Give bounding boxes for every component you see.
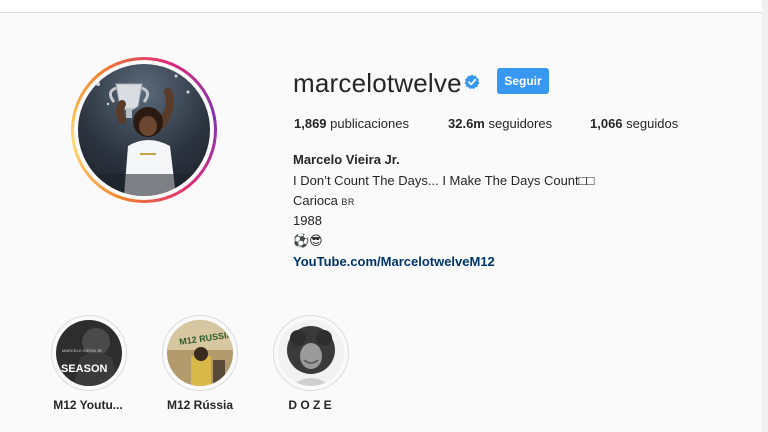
bio-quote-text: I Don’t Count The Days... I Make The Day… [293,173,579,188]
following-stat[interactable]: 1,066 seguidos [590,116,678,131]
bio-full-name: Marcelo Vieira Jr. [293,152,400,167]
bio-line-origin: Carioca BR [293,193,355,208]
posts-stat: 1,869 publicaciones [294,116,409,131]
top-navigation-bar [0,0,768,13]
highlight-doze[interactable] [273,315,349,391]
season-small-text: MARCELO VIEIRA JR [62,348,102,353]
brazil-flag-icon: BR [341,197,355,207]
highlight-russia[interactable]: M12 RUSSIA [162,315,238,391]
bio-line-year: 1988 [293,213,322,228]
bio-line-quote: I Don’t Count The Days... I Make The Day… [293,173,594,188]
highlight-russia-label: M12 Rússia [166,398,234,412]
followers-stat[interactable]: 32.6m seguidores [448,116,552,131]
avatar-photo [78,64,210,196]
posts-count: 1,869 [294,116,327,131]
followers-label: seguidores [488,116,553,131]
follow-button[interactable]: Seguir [497,68,549,94]
highlight-youtube[interactable]: MARCELO VIEIRA JR SEASON [51,315,127,391]
portrait-cover-icon [278,320,344,386]
season-title-text: SEASON [61,363,108,375]
following-count: 1,066 [590,116,623,131]
portrait-cover-illustration [278,320,344,386]
season-cover-icon: MARCELO VIEIRA JR SEASON [56,320,122,386]
avatar-photo-illustration [78,74,210,196]
russia-cover-icon: M12 RUSSIA [167,320,233,386]
bio-quote-suffix: □□ [578,173,595,188]
highlight-youtube-label: M12 Youtu... [53,398,123,412]
bio-origin-text: Carioca [293,193,338,208]
bio-line-emoji: ⚽😎 [293,233,323,248]
scrollbar[interactable] [762,0,768,432]
verified-badge-icon [464,74,480,90]
posts-label: publicaciones [330,116,409,131]
profile-username: marcelotwelve [293,68,462,98]
season-cover-illustration: MARCELO VIEIRA JR SEASON [56,320,122,386]
bio-external-link[interactable]: YouTube.com/MarcelotwelveM12 [293,254,495,269]
russia-cover-illustration: M12 RUSSIA [167,320,233,386]
following-label: seguidos [626,116,679,131]
profile-avatar[interactable] [71,57,217,203]
followers-count: 32.6m [448,116,485,131]
highlight-doze-label: D O Z E [288,398,332,412]
